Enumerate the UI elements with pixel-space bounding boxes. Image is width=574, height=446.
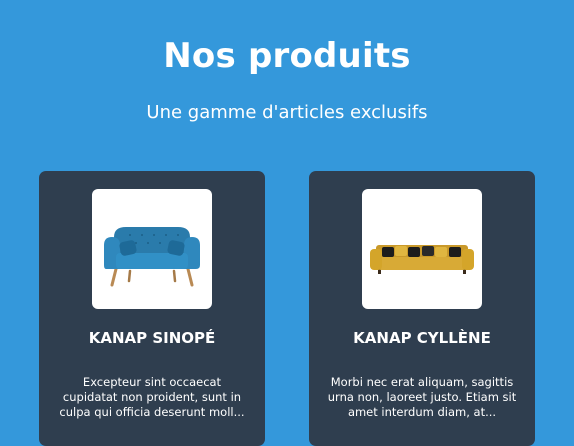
product-card-sinope[interactable]: KANAP SINOPÉ Excepteur sint occaecat cup… bbox=[39, 171, 265, 446]
product-image-cyllene bbox=[362, 189, 482, 309]
blue-sofa-image bbox=[104, 227, 200, 287]
product-description: Morbi nec erat aliquam, sagittis urna no… bbox=[327, 375, 517, 419]
yellow-sofa-image bbox=[370, 245, 474, 274]
product-card-cyllene[interactable]: KANAP CYLLÈNE Morbi nec erat aliquam, sa… bbox=[309, 171, 535, 446]
page-subtitle: Une gamme d'articles exclusifs bbox=[146, 102, 428, 123]
product-name: KANAP SINOPÉ bbox=[88, 329, 216, 347]
product-description: Excepteur sint occaecat cupidatat non pr… bbox=[59, 375, 245, 419]
product-name: KANAP CYLLÈNE bbox=[353, 329, 491, 347]
product-image-sinope bbox=[92, 189, 212, 309]
page-title: Nos produits bbox=[163, 36, 411, 76]
